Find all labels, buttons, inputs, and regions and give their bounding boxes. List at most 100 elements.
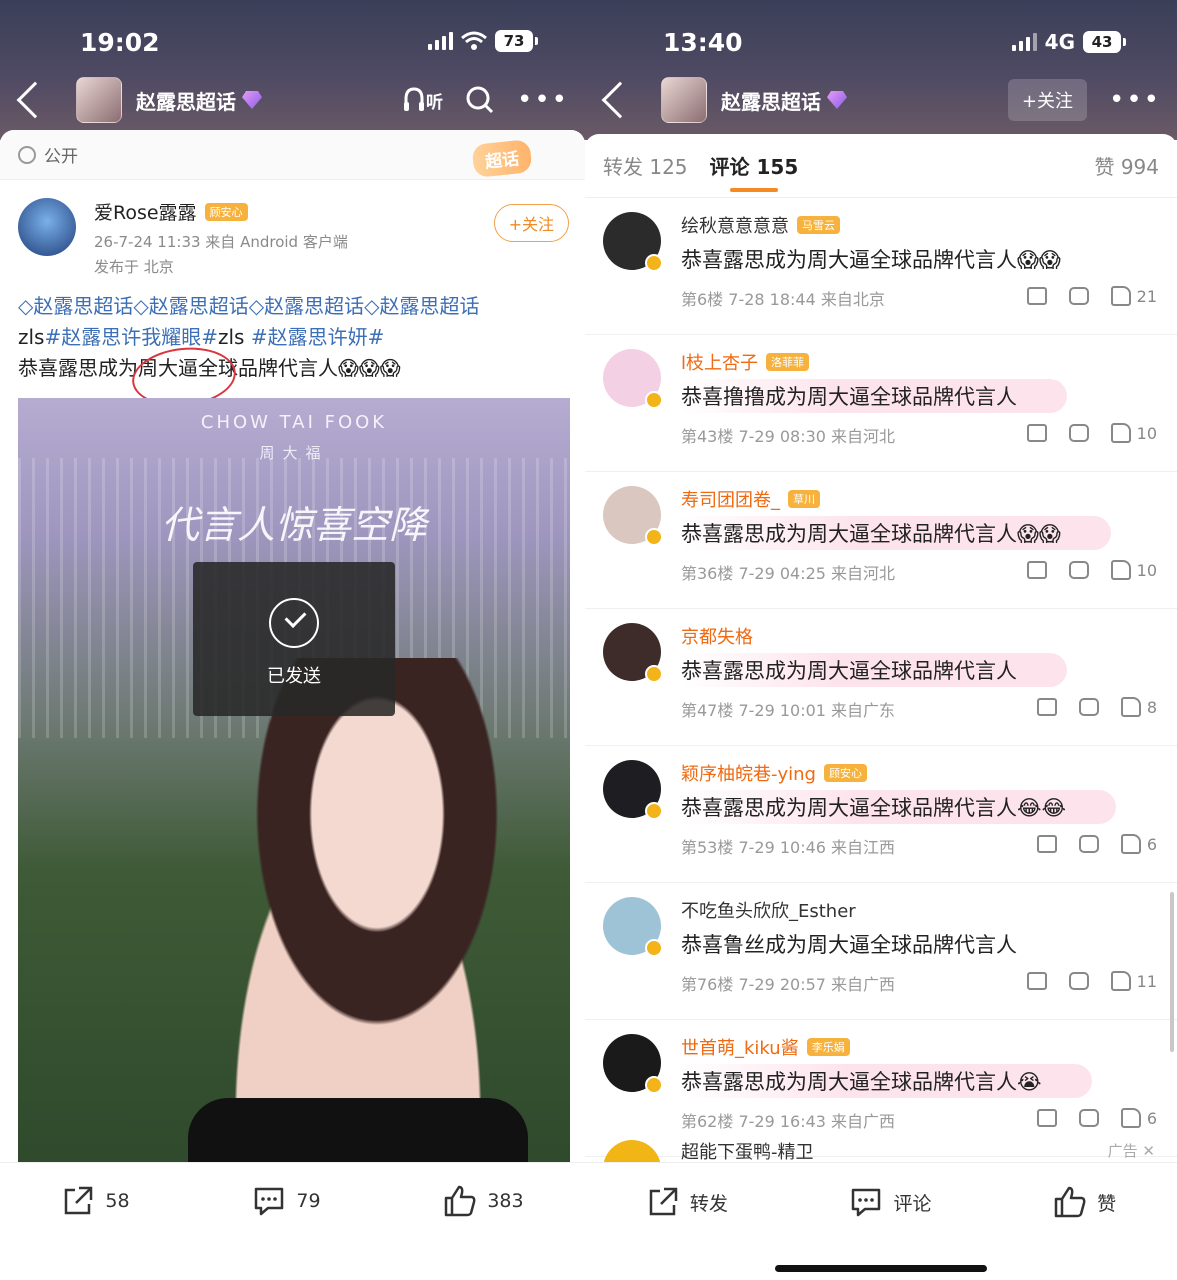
comment-meta: 第47楼 7-29 10:01 来自广东 (681, 701, 896, 720)
comment-like-count: 11 (1136, 971, 1157, 991)
author-name[interactable]: 爱Rose露露 顾安心 (94, 198, 348, 225)
comment-button[interactable]: 79 (252, 1183, 321, 1219)
thumbs-up-icon (1110, 971, 1131, 991)
listen-icon[interactable]: 听 (403, 87, 443, 113)
reply-icon[interactable] (1078, 698, 1099, 716)
comment-meta: 第6楼 7-28 18:44 来自北京 (681, 290, 885, 309)
comment-label: 评论 (893, 1192, 932, 1215)
signal-icon (1011, 33, 1037, 51)
image-person (168, 658, 548, 1162)
commenter-name[interactable]: 寿司团团卷_ 草川 (681, 486, 820, 512)
check-icon (269, 598, 319, 648)
supertopic-tags[interactable]: ◇赵露思超话◇赵露思超话◇赵露思超话◇赵露思超话 (18, 291, 567, 322)
post-image[interactable]: CHOW TAI FOOK 周大福 代言人惊喜空降 (18, 398, 570, 1162)
back-icon[interactable] (16, 81, 54, 119)
vip-icon (645, 1076, 663, 1094)
comment-like-button[interactable]: 10 (1110, 560, 1157, 580)
comment-actions: 10 (1026, 423, 1157, 443)
thumbs-up-icon (445, 1185, 476, 1217)
comment-item[interactable]: 不吃鱼头欣欣_Esther 恭喜鲁丝成为周大逼全球品牌代言人第76楼 7-29 2… (585, 883, 1177, 1020)
comment-meta: 第76楼 7-29 20:57 来自广西 (681, 975, 896, 994)
repost-icon[interactable] (1026, 424, 1047, 442)
back-icon[interactable] (601, 81, 639, 119)
commenter-name-text: 不吃鱼头欣欣_Esther (681, 901, 856, 922)
close-icon[interactable]: ✕ (1142, 1142, 1155, 1160)
comment-text: 恭喜鲁丝成为周大逼全球品牌代言人 (681, 933, 1017, 957)
comment-button[interactable]: 评论 (849, 1185, 931, 1219)
like-button[interactable]: 383 (443, 1183, 524, 1219)
status-icons: 4G 43 (1011, 30, 1126, 54)
image-brand-text: CHOW TAI FOOK (200, 412, 388, 433)
supertopic-avatar[interactable] (76, 77, 122, 123)
comment-like-button[interactable]: 8 (1120, 697, 1157, 717)
commenter-name-text: 颖序柚皖巷-ying (681, 764, 816, 785)
home-indicator[interactable] (775, 1265, 987, 1272)
vip-icon (645, 802, 663, 820)
image-dress (188, 1098, 528, 1162)
comment-like-button[interactable]: 11 (1110, 971, 1157, 991)
comment-item[interactable]: 绘秋意意意意 马雪云 恭喜露思成为周大逼全球品牌代言人😱😱 第6楼 7-28 18:4… (585, 198, 1177, 335)
comment-like-button[interactable]: 21 (1110, 286, 1157, 306)
comment-like-button[interactable]: 6 (1120, 834, 1157, 854)
comment-item[interactable]: 寿司团团卷_ 草川 恭喜露思成为周大逼全球品牌代言人😱😱 第36楼 7-29 04:2… (585, 472, 1177, 609)
more-icon[interactable]: ••• (1109, 87, 1161, 113)
follow-button[interactable]: +关注 (493, 204, 569, 242)
thumbs-up-icon (1120, 1108, 1141, 1128)
more-icon[interactable]: ••• (517, 87, 569, 113)
reply-icon[interactable] (1068, 287, 1089, 305)
reply-icon[interactable] (1068, 424, 1089, 442)
supertopic-avatar[interactable] (661, 77, 707, 123)
comment-item[interactable]: 颖序柚皖巷-ying 顾安心 恭喜露思成为周大逼全球品牌代言人😂😂 第53楼 7-29… (585, 746, 1177, 883)
comment-text: 恭喜露思成为周大逼全球品牌代言人😂😂 (681, 790, 1117, 824)
tab-likes[interactable]: 赞 994 (1094, 151, 1159, 180)
supertopic-title[interactable]: 赵露思超话 (721, 86, 821, 115)
repost-icon[interactable] (1026, 972, 1047, 990)
post-hashtags: zls#赵露思许我耀眼#zls #赵露思许妍# (18, 322, 567, 353)
gem-icon (242, 91, 262, 109)
comment-text: 恭喜撸撸成为周大逼全球品牌代言人 (681, 379, 1067, 413)
ad-item[interactable]: 超能下蛋鸭-精卫 广告 ✕ (585, 1136, 1177, 1170)
repost-icon[interactable] (1026, 287, 1047, 305)
tab-reposts[interactable]: 转发 125 (603, 151, 688, 180)
share-button[interactable]: 58 (61, 1183, 130, 1219)
commenter-name[interactable]: 世首萌_kiku酱 李乐娟 (681, 1034, 850, 1060)
repost-icon[interactable] (1026, 561, 1047, 579)
follow-button[interactable]: +关注 (1007, 79, 1087, 121)
commenter-name[interactable]: l枝上杏子 洛菲菲 (681, 349, 810, 375)
comment-like-button[interactable]: 10 (1110, 423, 1157, 443)
reply-icon[interactable] (1068, 972, 1089, 990)
repost-button[interactable]: 转发 (646, 1185, 728, 1219)
commenter-name[interactable]: 不吃鱼头欣欣_Esther (681, 897, 856, 923)
commenter-name[interactable]: 绘秋意意意意 马雪云 (681, 212, 840, 238)
commenter-name[interactable]: 颖序柚皖巷-ying 顾安心 (681, 760, 867, 786)
commenter-name[interactable]: 京都失格 (681, 623, 753, 649)
supertopic-title[interactable]: 赵露思超话 (136, 86, 236, 115)
comment-text: 恭喜露思成为周大逼全球品牌代言人😭 (681, 1064, 1092, 1098)
repost-icon[interactable] (1036, 835, 1057, 853)
post-body: ◇赵露思超话◇赵露思超话◇赵露思超话◇赵露思超话 zls#赵露思许我耀眼#zls… (0, 277, 585, 384)
reply-icon[interactable] (1078, 835, 1099, 853)
comment-count: 79 (296, 1190, 321, 1212)
scrollbar[interactable] (1170, 892, 1174, 1052)
comment-item[interactable]: 京都失格 恭喜露思成为周大逼全球品牌代言人 第47楼 7-29 10:01 来自广东… (585, 609, 1177, 746)
comment-actions: 6 (1036, 834, 1157, 854)
thumbs-up-icon (1054, 1186, 1086, 1218)
repost-icon[interactable] (1036, 698, 1057, 716)
fan-badge: 顾安心 (204, 202, 248, 221)
thumbs-up-icon (1110, 560, 1131, 580)
comment-like-button[interactable]: 6 (1120, 1108, 1157, 1128)
like-button[interactable]: 赞 (1053, 1185, 1116, 1219)
author-avatar[interactable] (18, 198, 76, 256)
vip-icon (645, 391, 663, 409)
hashtag-link[interactable]: #赵露思许妍# (251, 325, 385, 349)
tab-comments[interactable]: 评论 155 (710, 151, 798, 192)
hashtag-link[interactable]: #赵露思许我耀眼# (44, 325, 218, 349)
comment-item[interactable]: l枝上杏子 洛菲菲 恭喜撸撸成为周大逼全球品牌代言人 第43楼 7-29 08:30 … (585, 335, 1177, 472)
search-icon[interactable] (465, 85, 495, 115)
reply-icon[interactable] (1068, 561, 1089, 579)
reply-icon[interactable] (1078, 1109, 1099, 1127)
left-action-bar: 58 79 383 (0, 1162, 585, 1280)
status-time: 19:02 (80, 28, 160, 57)
repost-icon[interactable] (1036, 1109, 1057, 1127)
vip-icon (645, 528, 663, 546)
